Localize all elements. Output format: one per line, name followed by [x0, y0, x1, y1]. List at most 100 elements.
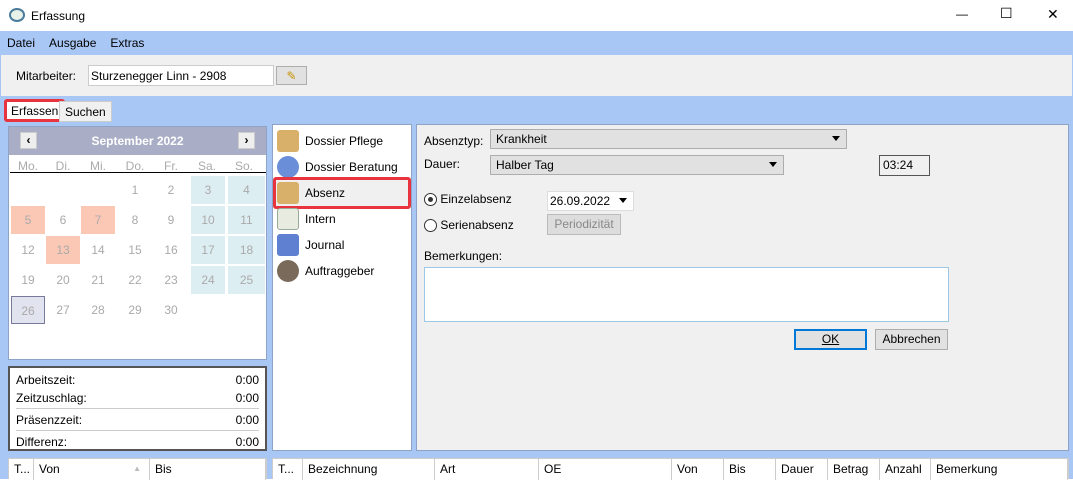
calendar-day[interactable]: 29 — [118, 296, 152, 324]
chevron-down-icon — [619, 198, 627, 203]
absenztyp-select[interactable]: Krankheit — [490, 129, 847, 149]
title-bar: Erfassung — ☐ ✕ — [0, 0, 1073, 31]
calendar-day[interactable]: 7 — [81, 206, 115, 234]
calendar-day[interactable]: 4 — [228, 176, 265, 204]
chevron-down-icon — [769, 162, 777, 167]
stat-value: 0:00 — [235, 391, 259, 405]
weekday-label: Fr. — [164, 159, 178, 173]
category-journal[interactable]: Journal — [277, 232, 409, 258]
date-value: 26.09.2022 — [550, 194, 611, 208]
column-header[interactable]: T... — [9, 459, 34, 480]
calendar-day[interactable]: 11 — [228, 206, 265, 234]
document-icon — [277, 208, 299, 230]
column-header[interactable]: Bezeichnung — [303, 459, 435, 480]
einzel-label: Einzelabsenz — [440, 192, 512, 206]
maximize-button[interactable]: ☐ — [1000, 5, 1013, 22]
radio-unchecked — [424, 219, 437, 233]
tab-erfassen[interactable]: Erfassen — [4, 99, 66, 122]
category-intern[interactable]: Intern — [277, 206, 409, 232]
dauer-value: Halber Tag — [496, 158, 554, 172]
folder-house-icon — [277, 182, 299, 204]
category-auftraggeber[interactable]: Auftraggeber — [277, 258, 409, 284]
calendar-day[interactable]: 22 — [118, 266, 152, 294]
column-header[interactable]: Anzahl — [880, 459, 931, 480]
tab-suchen[interactable]: Suchen — [59, 101, 112, 122]
column-header[interactable]: T... — [273, 459, 303, 480]
absenztyp-value: Krankheit — [496, 132, 547, 146]
column-header[interactable]: Bis — [150, 459, 266, 480]
calendar-day[interactable]: 6 — [46, 206, 80, 234]
calendar-day[interactable]: 28 — [81, 296, 115, 324]
left-grid-header: T... Von ▲ Bis — [8, 458, 267, 480]
calendar-day[interactable]: 30 — [154, 296, 188, 324]
calendar-empty-cell — [46, 176, 80, 204]
radio-checked — [424, 193, 437, 207]
calendar-day[interactable]: 10 — [191, 206, 225, 234]
category-dossier-pflege[interactable]: Dossier Pflege — [277, 128, 409, 154]
calendar-day[interactable]: 9 — [154, 206, 188, 234]
tab-label: Suchen — [65, 105, 106, 119]
column-header[interactable]: Von — [672, 459, 724, 480]
serienabsenz-radio[interactable]: Serienabsenz — [424, 218, 514, 233]
weekday-label: Do. — [125, 159, 145, 173]
calendar-day[interactable]: 17 — [191, 236, 225, 264]
stat-label: Zeitzuschlag: — [16, 391, 87, 405]
einzelabsenz-radio[interactable]: Einzelabsenz — [424, 192, 512, 207]
column-header[interactable]: Betrag — [828, 459, 880, 480]
weekday-label: Mo. — [17, 159, 38, 173]
calendar-day[interactable]: 18 — [228, 236, 265, 264]
ok-button[interactable]: OK — [794, 329, 867, 350]
column-header-von[interactable]: Von ▲ — [34, 459, 150, 480]
calendar-day[interactable]: 15 — [118, 236, 152, 264]
calendar-day[interactable]: 23 — [154, 266, 188, 294]
calendar-month: September 2022 — [91, 134, 184, 148]
weekday-label: Sa. — [197, 159, 216, 173]
dauer-select[interactable]: Halber Tag — [490, 155, 784, 175]
periodizitaet-label: Periodizität — [554, 217, 614, 231]
column-header[interactable]: Art — [435, 459, 539, 480]
calendar-day[interactable]: 27 — [46, 296, 80, 324]
stat-value: 0:00 — [235, 435, 259, 449]
calendar-day[interactable]: 21 — [81, 266, 115, 294]
menu-ausgabe[interactable]: Ausgabe — [42, 31, 103, 50]
calendar-day[interactable]: 5 — [11, 206, 45, 234]
next-month-button[interactable]: › — [238, 132, 255, 149]
calendar-day[interactable]: 20 — [46, 266, 80, 294]
minimize-button[interactable]: — — [956, 7, 968, 21]
calendar-day[interactable]: 24 — [191, 266, 225, 294]
menu-extras[interactable]: Extras — [103, 31, 151, 50]
calendar-day[interactable]: 1 — [118, 176, 152, 204]
time-summary: Arbeitszeit: 0:00 Zeitzuschlag: 0:00 Präse… — [8, 366, 267, 451]
date-picker[interactable]: 26.09.2022 — [547, 191, 634, 211]
stat-label: Arbeitszeit: — [16, 373, 76, 387]
column-header[interactable]: OE — [539, 459, 672, 480]
absence-form: Absenztyp: Krankheit Dauer: Halber Tag 0… — [416, 124, 1069, 451]
menu-datei[interactable]: Datei — [0, 31, 42, 50]
column-header[interactable]: Bemerkung — [931, 459, 1068, 480]
calendar-day[interactable]: 3 — [191, 176, 225, 204]
category-absenz[interactable]: Absenz — [273, 177, 411, 209]
time-input[interactable]: 03:24 — [879, 155, 930, 176]
calendar-day[interactable]: 8 — [118, 206, 152, 234]
calendar-day[interactable]: 19 — [11, 266, 45, 294]
category-label: Auftraggeber — [305, 264, 375, 278]
calendar-day[interactable]: 26 — [11, 296, 45, 324]
calendar-day[interactable]: 13 — [46, 236, 80, 264]
column-header[interactable]: Bis — [724, 459, 776, 480]
cancel-button[interactable]: Abbrechen — [875, 329, 948, 350]
employee-input[interactable] — [88, 65, 274, 86]
edit-employee-button[interactable]: ✎ — [276, 66, 307, 85]
calendar-day[interactable]: 25 — [228, 266, 265, 294]
calendar-day[interactable]: 2 — [154, 176, 188, 204]
close-button[interactable]: ✕ — [1047, 6, 1059, 23]
periodizitaet-button[interactable]: Periodizität — [547, 214, 621, 235]
stat-row: Differenz: 0:00 — [16, 431, 259, 453]
stat-label: Differenz: — [16, 435, 68, 449]
bemerkungen-textarea[interactable] — [424, 267, 949, 322]
calendar-day[interactable]: 12 — [11, 236, 45, 264]
prev-month-button[interactable]: ‹ — [20, 132, 37, 149]
column-header[interactable]: Dauer — [776, 459, 828, 480]
time-value: 03:24 — [883, 158, 914, 172]
calendar-day[interactable]: 16 — [154, 236, 188, 264]
calendar-day[interactable]: 14 — [81, 236, 115, 264]
